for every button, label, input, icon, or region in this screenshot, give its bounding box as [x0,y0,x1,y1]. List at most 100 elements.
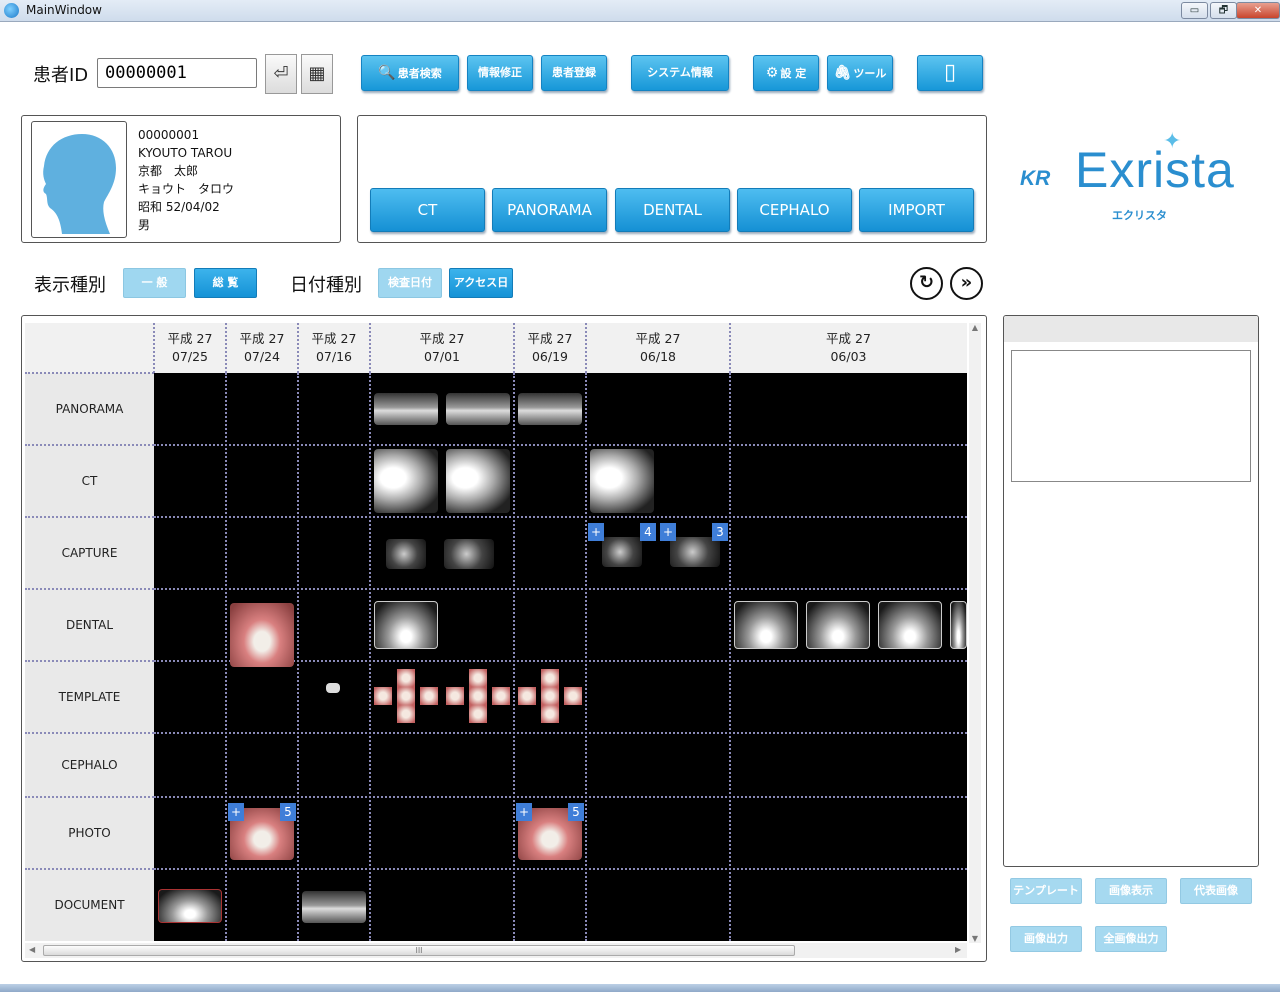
modality-import-button[interactable]: IMPORT [859,188,974,232]
patient-id-text: 00000001 [138,128,200,142]
row-divider [25,444,154,446]
dental-xray-thumbnail[interactable] [878,601,942,649]
system-info-button[interactable]: システム情報 [631,55,729,91]
template-thumbnail[interactable] [326,683,340,693]
display-general-button[interactable]: 一 般 [123,268,186,298]
panorama-thumbnail[interactable] [518,393,582,425]
template-thumbnail[interactable] [518,669,582,723]
exit-button[interactable]: ▯ [917,55,983,91]
patient-id-input[interactable]: 00000001 [97,58,257,88]
restore-button[interactable]: 🗗 [1210,2,1237,19]
enter-icon: ⏎ [273,63,289,84]
main-window: MainWindow ▭ 🗗 ✕ 患者ID 00000001 ⏎ ▦ 🔍 患者検索… [0,0,1280,992]
row-header-template: TEMPLATE [25,661,154,733]
document-thumbnail[interactable] [158,889,222,923]
exam-date-button[interactable]: 検査日付 [378,268,442,298]
scroll-up-arrow-icon[interactable]: ▲ [969,323,981,332]
settings-button[interactable]: ⚙ 設 定 [753,55,819,91]
column-divider [225,323,227,373]
dental-xray-thumbnail[interactable] [806,601,870,649]
date-header-row: 平成 27 07/25 平成 27 07/24 平成 27 07/16 平成 27 07… [25,323,967,373]
app-icon [4,3,19,18]
expand-badge[interactable]: + [660,523,676,541]
expand-badge[interactable]: + [588,523,604,541]
close-window-button[interactable]: ✕ [1236,2,1280,19]
all-image-output-button[interactable]: 全画像出力 [1095,926,1167,952]
patient-info-panel: 00000001 KYOUTO TAROU 京都 太郎 キョウト タロウ 昭和 … [21,115,341,243]
capture-thumbnail[interactable] [444,539,494,569]
display-overview-button[interactable]: 総 覧 [194,268,257,298]
representative-image-button[interactable]: 代表画像 [1180,878,1252,904]
column-divider [297,373,299,941]
capture-thumbnail[interactable] [602,537,642,567]
patient-name-roman: KYOUTO TAROU [138,146,233,160]
logo-brand: KR [1020,167,1051,190]
gear-icon: ⚙ [765,65,779,81]
access-date-button[interactable]: アクセス日付 [449,268,513,317]
grid-horizontal-scrollbar[interactable]: ◀ III ▶ [25,943,967,958]
tools-button[interactable]: 🖇 ツール [827,55,893,91]
refresh-button[interactable]: ↻ [910,267,943,300]
column-divider [513,373,515,941]
document-thumbnail[interactable] [302,891,366,923]
date-column-header[interactable]: 平成 27 07/16 [298,323,370,373]
date-column-header[interactable]: 平成 27 07/01 [370,323,514,373]
ct-thumbnail[interactable] [446,449,510,513]
capture-thumbnail[interactable] [670,537,720,567]
minimize-button[interactable]: ▭ [1181,2,1208,19]
template-thumbnail[interactable] [446,669,510,723]
modality-cephalo-button[interactable]: CEPHALO [737,188,852,232]
expand-badge[interactable]: + [228,803,244,821]
row-divider [25,372,154,374]
horizontal-scroll-thumb[interactable]: III [43,945,795,956]
edit-info-button[interactable]: 情報修正 [467,55,533,91]
row-divider [25,588,154,590]
date-type-label: 日付種別 [290,275,362,296]
date-column-header[interactable]: 平成 27 06/18 [586,323,730,373]
date-column-header[interactable]: 平成 27 07/25 [154,323,226,373]
avatar [31,121,127,238]
capture-thumbnail[interactable] [386,539,426,569]
forward-button[interactable]: » [950,267,983,300]
preview-header [1004,316,1258,342]
panorama-thumbnail[interactable] [374,393,438,425]
patient-birth-date: 昭和 52/04/02 [138,200,220,214]
scroll-left-arrow-icon[interactable]: ◀ [29,945,35,954]
logo-kana: エクリスタ [1112,209,1167,222]
ct-thumbnail[interactable] [374,449,438,513]
column-divider [513,323,515,373]
modality-ct-button[interactable]: CT [370,188,485,232]
patient-search-button[interactable]: 🔍 患者検索 [361,55,459,91]
date-era: 平成 27 [239,331,285,346]
column-divider [729,373,731,941]
grid-vertical-scrollbar[interactable]: ▲ ▼ [969,323,981,943]
register-patient-button[interactable]: 患者登録 [541,55,607,91]
modality-dental-button[interactable]: DENTAL [615,188,730,232]
date-column-header[interactable]: 平成 27 07/24 [226,323,298,373]
date-column-header[interactable]: 平成 27 06/03 [730,323,967,373]
date-era: 平成 27 [419,331,465,346]
panorama-thumbnail[interactable] [446,393,510,425]
expand-badge[interactable]: + [516,803,532,821]
dental-xray-thumbnail[interactable] [734,601,798,649]
keypad-button[interactable]: ▦ [301,54,333,94]
template-button[interactable]: テンプレート [1010,878,1082,904]
modality-panel: CT PANORAMA DENTAL CEPHALO IMPORT [357,115,987,243]
date-era: 平成 27 [527,331,573,346]
ct-thumbnail[interactable] [590,449,654,513]
show-image-button[interactable]: 画像表示 [1095,878,1167,904]
date-column-header[interactable]: 平成 27 06/19 [514,323,586,373]
intraoral-photo-thumbnail[interactable] [230,603,294,667]
row-divider [25,516,154,518]
modality-panorama-button[interactable]: PANORAMA [492,188,607,232]
scroll-right-arrow-icon[interactable]: ▶ [955,945,961,954]
exrista-logo: KR Exrista エクリスタ ✦ [1020,129,1265,230]
template-thumbnail[interactable] [374,669,438,723]
enter-button[interactable]: ⏎ [265,54,297,94]
dental-xray-thumbnail[interactable] [374,601,438,649]
image-output-button[interactable]: 画像出力 [1010,926,1082,952]
refresh-icon: ↻ [918,272,935,293]
patient-sex: 男 [138,218,151,232]
scroll-down-arrow-icon[interactable]: ▼ [969,934,981,943]
dental-xray-thumbnail[interactable] [950,601,967,649]
